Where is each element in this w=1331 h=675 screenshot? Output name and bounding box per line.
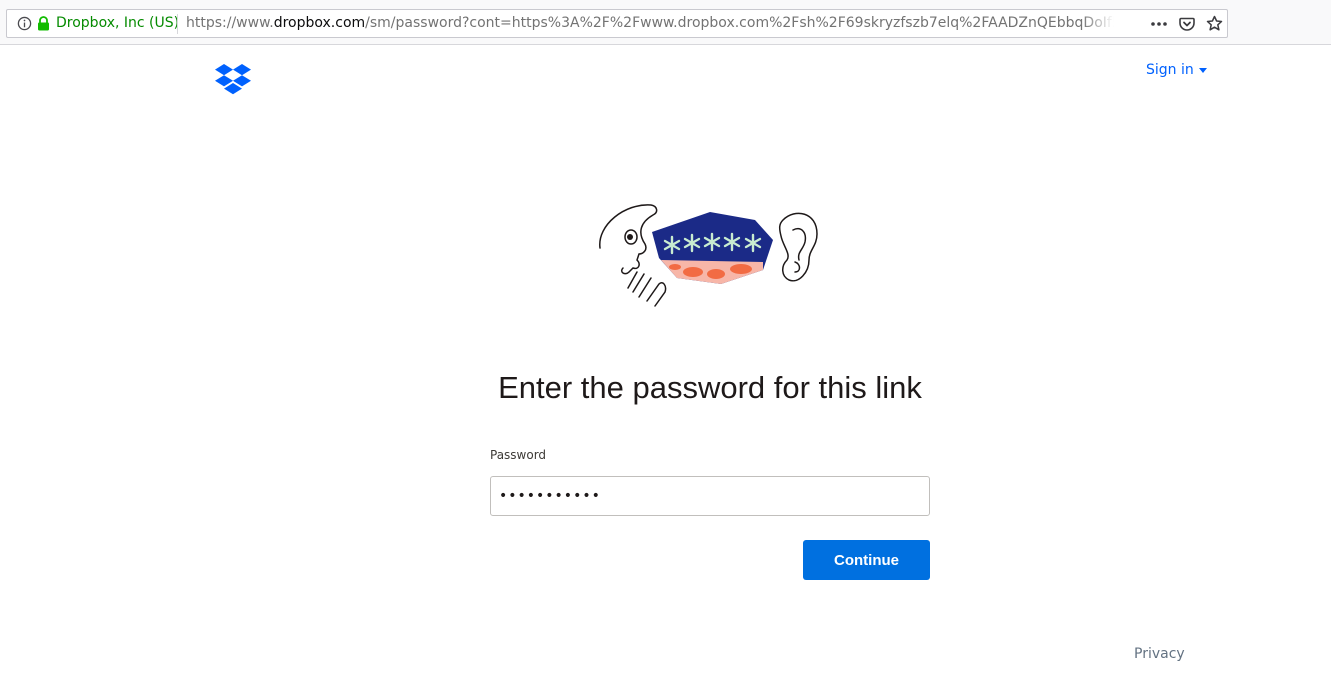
url-path: /sm/password?cont=https%3A%2F%2Fwww.drop…	[365, 15, 1114, 31]
browser-toolbar: Dropbox, Inc (US) https://www.dropbox.co…	[0, 0, 1331, 45]
url-text[interactable]: https://www.dropbox.com/sm/password?cont…	[186, 15, 1114, 31]
identity-separator	[177, 14, 178, 34]
continue-button[interactable]: Continue	[803, 540, 930, 580]
info-icon[interactable]	[17, 16, 32, 31]
url-fade	[1082, 12, 1114, 36]
sign-in-dropdown[interactable]: Sign in	[1146, 62, 1207, 78]
more-icon[interactable]	[1150, 17, 1168, 31]
whisper-illustration	[599, 204, 818, 307]
address-bar[interactable]: Dropbox, Inc (US) https://www.dropbox.co…	[6, 9, 1228, 38]
caret-down-icon	[1198, 67, 1207, 73]
site-identity-label[interactable]: Dropbox, Inc (US)	[56, 15, 179, 31]
url-host: dropbox.com	[273, 15, 366, 31]
dropbox-logo[interactable]	[215, 64, 251, 96]
password-label: Password	[490, 448, 547, 462]
sign-in-label: Sign in	[1146, 62, 1194, 78]
url-prefix: https://www.	[186, 15, 274, 31]
star-icon[interactable]	[1206, 15, 1223, 32]
page-title: Enter the password for this link	[498, 370, 922, 405]
password-input[interactable]	[490, 476, 930, 516]
lock-icon[interactable]	[37, 16, 50, 31]
pocket-icon[interactable]	[1179, 16, 1195, 32]
privacy-link[interactable]: Privacy	[1134, 646, 1185, 662]
